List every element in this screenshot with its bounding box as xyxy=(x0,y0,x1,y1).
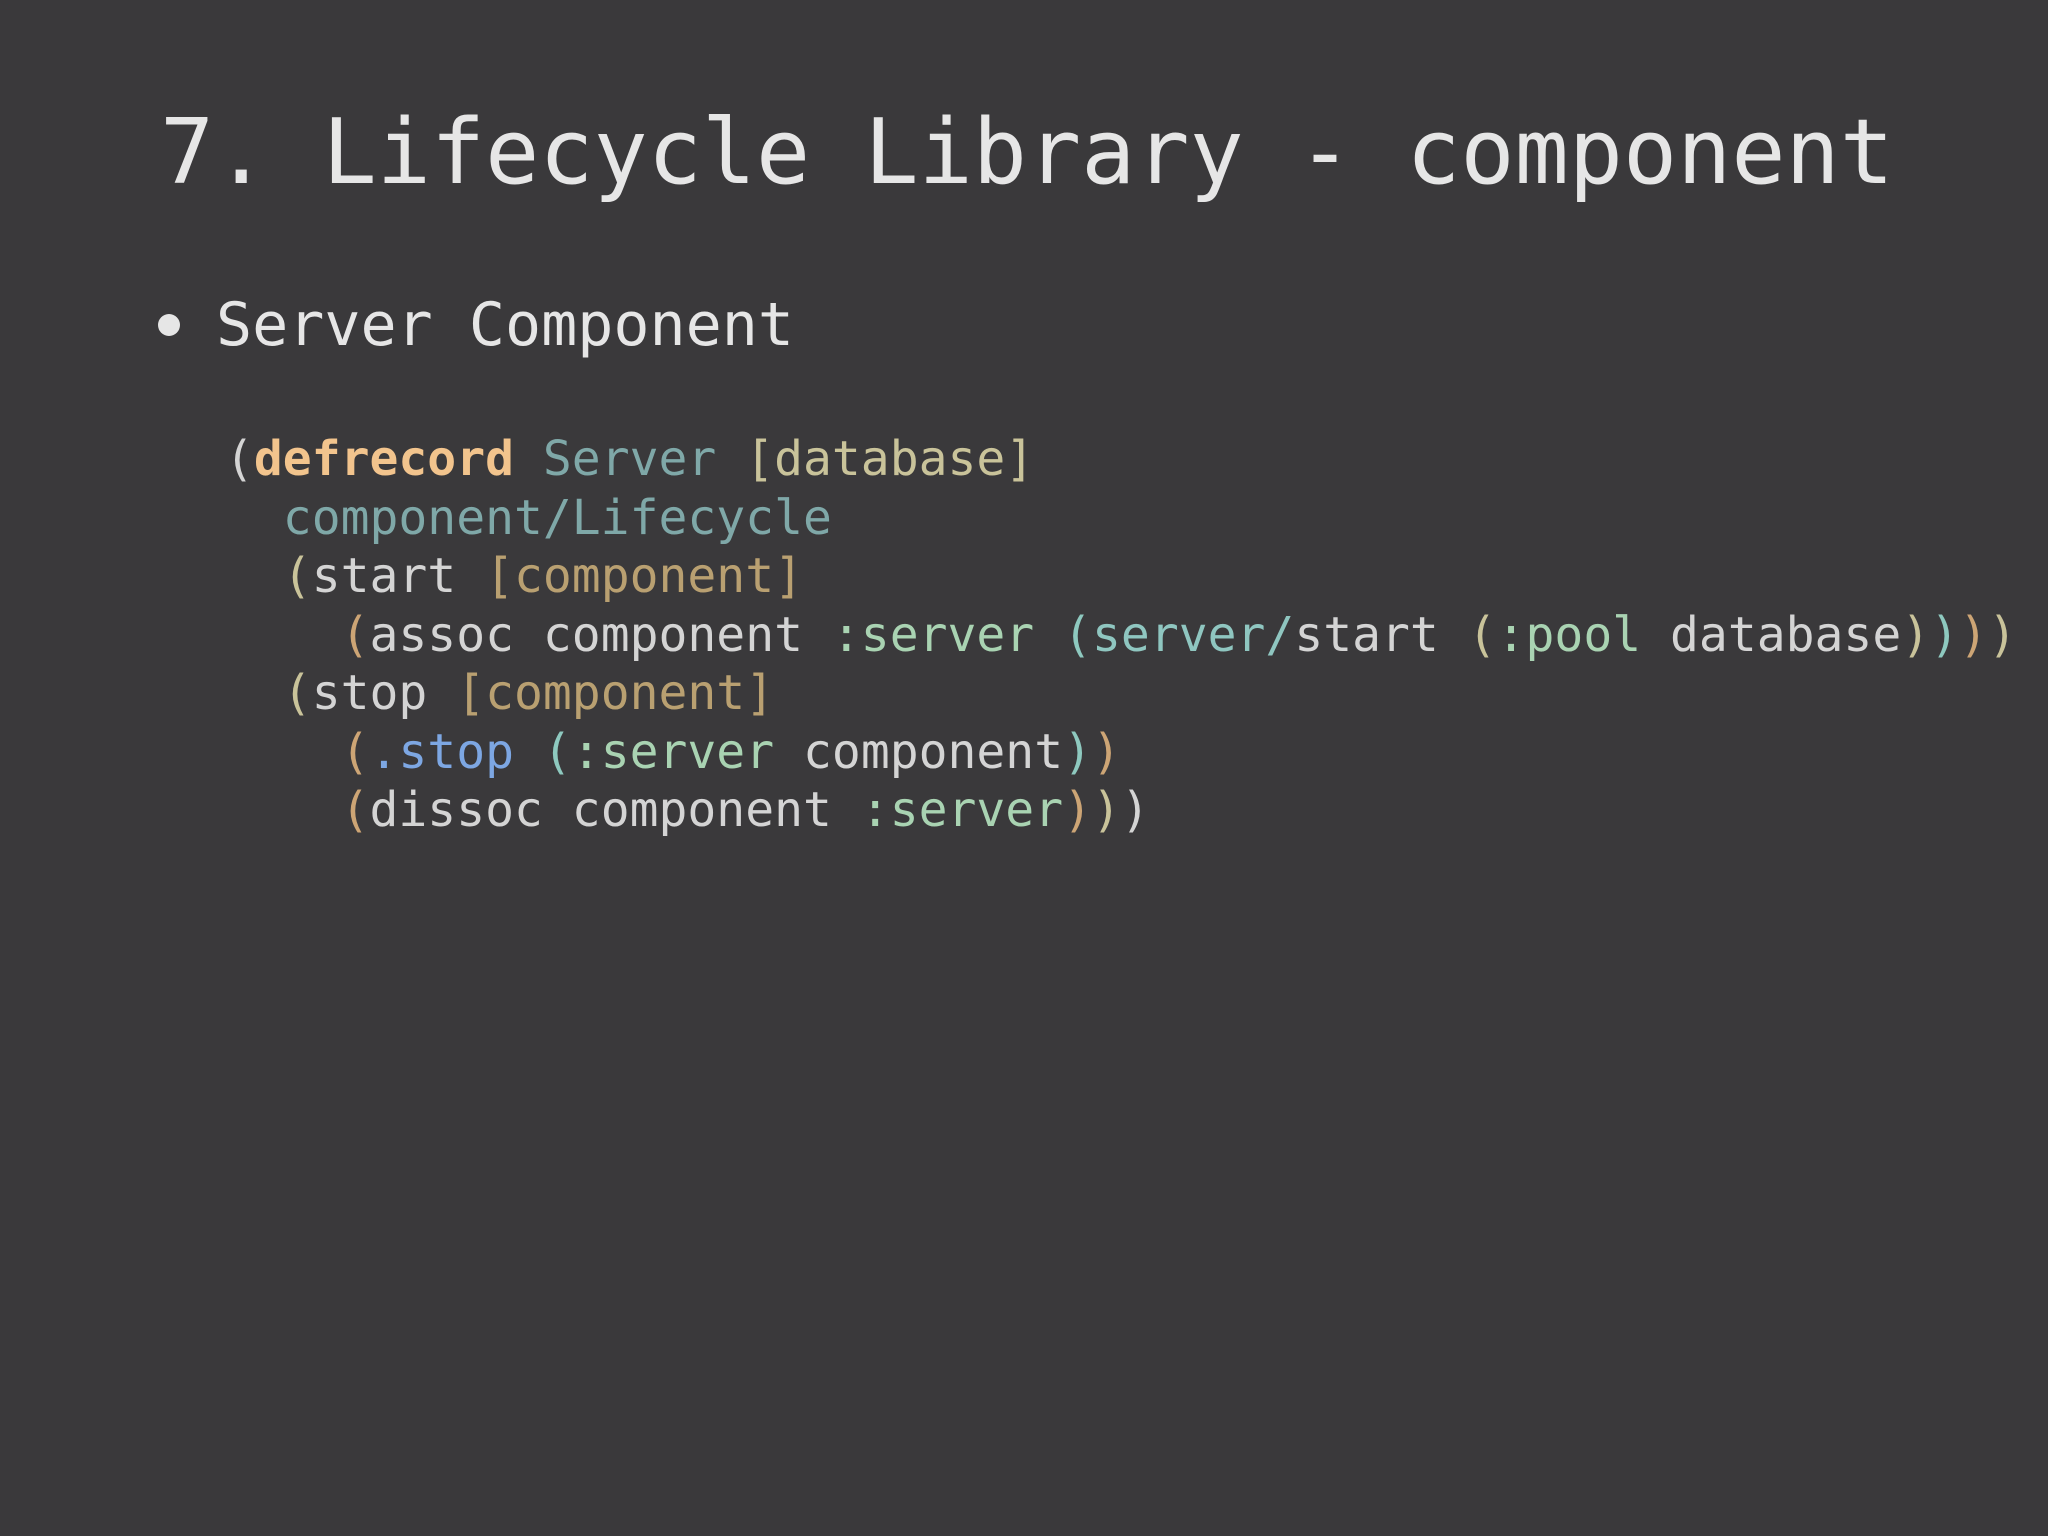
code-line-4: (assoc component :server (server/start (… xyxy=(225,606,2017,665)
code-type-name: Server xyxy=(542,431,717,487)
code-token: ) xyxy=(1959,606,1988,663)
code-token: ) xyxy=(1930,606,1960,663)
code-keyword-arg: :server xyxy=(831,606,1035,663)
code-line-5: (stop [component] xyxy=(225,664,2017,723)
code-keyword: defrecord xyxy=(253,431,514,487)
bullet-text: Server Component xyxy=(216,290,794,360)
code-fn: assoc xyxy=(369,606,515,663)
code-token: ( xyxy=(542,723,572,780)
code-block: (defrecord Server [database] component/L… xyxy=(225,430,2017,840)
code-token: ) xyxy=(1120,782,1150,838)
code-token: ( xyxy=(340,723,370,780)
code-params: [database] xyxy=(745,431,1035,487)
code-token: ) xyxy=(1063,723,1093,780)
code-line-6: (.stop (:server component)) xyxy=(225,723,2017,782)
code-token: ( xyxy=(340,782,370,838)
code-line-3: (start [component] xyxy=(225,547,2017,606)
code-keyword-arg: :pool xyxy=(1496,606,1642,663)
code-symbol: component xyxy=(803,723,1064,780)
code-token: ( xyxy=(225,431,254,487)
slide-title: 7. Lifecycle Library - component xyxy=(160,100,1894,205)
code-line-1: (defrecord Server [database] xyxy=(225,430,2017,489)
bullet-item: Server Component xyxy=(158,290,794,360)
code-symbol: database xyxy=(1670,606,1902,663)
code-token: ) xyxy=(1092,723,1121,780)
code-token: ) xyxy=(1987,606,2017,663)
code-symbol: component xyxy=(571,782,832,838)
bullet-dot-icon xyxy=(158,314,180,336)
code-token: ) xyxy=(1092,782,1121,838)
code-token: ( xyxy=(340,606,370,663)
code-line-2: component/Lifecycle xyxy=(225,489,2017,548)
code-args: [component] xyxy=(456,665,775,721)
code-keyword-arg: :server xyxy=(860,782,1064,838)
code-fn: start xyxy=(1294,606,1439,663)
code-fn: dissoc xyxy=(369,782,543,838)
code-symbol: component xyxy=(542,606,803,663)
code-token: ) xyxy=(1901,606,1931,663)
code-token: ( xyxy=(1063,606,1093,663)
code-args: [component] xyxy=(485,548,803,604)
code-fn: start xyxy=(311,548,457,604)
code-keyword-arg: :server xyxy=(571,723,775,780)
code-line-7: (dissoc component :server))) xyxy=(225,781,2017,840)
code-token: ( xyxy=(282,665,312,721)
code-fn: stop xyxy=(311,665,428,721)
code-token: ( xyxy=(282,548,312,604)
code-method: .stop xyxy=(369,723,515,780)
code-protocol: component/Lifecycle xyxy=(282,489,832,546)
code-token: ( xyxy=(1467,606,1497,663)
slide: 7. Lifecycle Library - component Server … xyxy=(0,0,2048,1536)
code-token: ) xyxy=(1063,782,1092,838)
code-namespace: server/ xyxy=(1092,606,1295,663)
